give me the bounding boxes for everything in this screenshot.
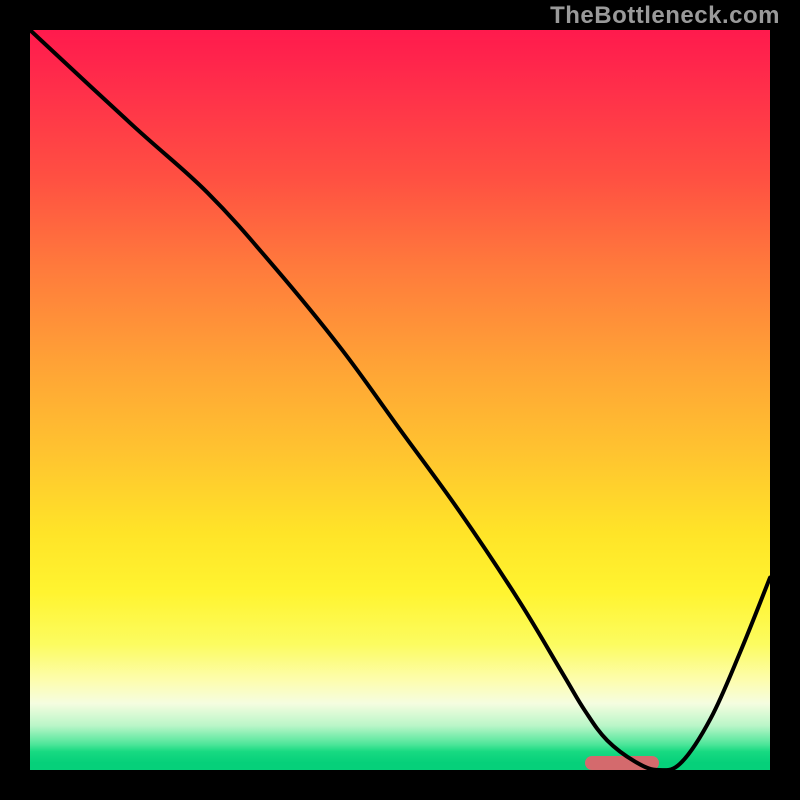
watermark-text: TheBottleneck.com bbox=[550, 2, 780, 30]
curve-path bbox=[30, 30, 770, 770]
chart-container: TheBottleneck.com bbox=[0, 0, 800, 800]
plot-area bbox=[30, 30, 770, 770]
bottleneck-curve bbox=[30, 30, 770, 770]
